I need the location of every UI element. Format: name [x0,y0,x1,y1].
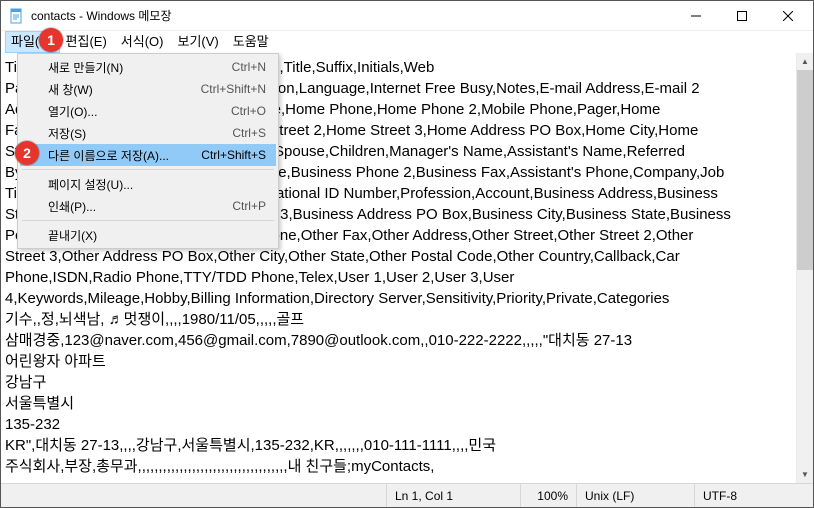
scroll-track[interactable] [797,70,813,466]
menu-separator [22,169,274,170]
menu-edit[interactable]: 편집(E) [60,31,115,53]
menu-item-label: 다른 이름으로 저장(A)... [48,147,201,164]
menu-item-label: 인쇄(P)... [48,198,232,215]
menu-item-shortcut: Ctrl+N [232,60,266,74]
close-button[interactable] [765,1,811,31]
titlebar: contacts - Windows 메모장 [1,1,813,31]
notepad-icon [9,8,25,24]
menu-item-label: 끝내기(X) [48,227,266,244]
annotation-marker-2: 2 [15,141,39,165]
menu-separator [22,220,274,221]
menu-item-print[interactable]: 인쇄(P)... Ctrl+P [20,195,276,217]
status-position: Ln 1, Col 1 [386,484,520,507]
scroll-down-icon[interactable]: ▼ [797,466,813,483]
window-title: contacts - Windows 메모장 [31,7,172,24]
menu-item-new-window[interactable]: 새 창(W) Ctrl+Shift+N [20,78,276,100]
menu-item-shortcut: Ctrl+Shift+N [201,82,266,96]
menu-item-shortcut: Ctrl+O [231,104,266,118]
minimize-button[interactable] [673,1,719,31]
menu-format[interactable]: 서식(O) [115,31,172,53]
status-zoom: 100% [520,484,576,507]
statusbar: Ln 1, Col 1 100% Unix (LF) UTF-8 [1,483,813,507]
menu-view[interactable]: 보기(V) [171,31,226,53]
scroll-up-icon[interactable]: ▲ [797,53,813,70]
menu-item-shortcut: Ctrl+Shift+S [201,148,266,162]
menu-item-label: 새 창(W) [48,81,201,98]
menu-item-save-as[interactable]: 다른 이름으로 저장(A)... Ctrl+Shift+S [20,144,276,166]
menu-item-page-setup[interactable]: 페이지 설정(U)... [20,173,276,195]
maximize-button[interactable] [719,1,765,31]
menu-item-shortcut: Ctrl+P [232,199,266,213]
vertical-scrollbar[interactable]: ▲ ▼ [796,53,813,483]
scroll-thumb[interactable] [797,70,813,270]
menu-item-label: 페이지 설정(U)... [48,176,266,193]
status-line-ending: Unix (LF) [576,484,694,507]
menu-item-shortcut: Ctrl+S [232,126,266,140]
menu-item-open[interactable]: 열기(O)... Ctrl+O [20,100,276,122]
menu-item-label: 저장(S) [48,125,232,142]
status-encoding: UTF-8 [694,484,813,507]
menu-help[interactable]: 도움말 [227,31,277,53]
menu-item-label: 열기(O)... [48,103,231,120]
menu-item-exit[interactable]: 끝내기(X) [20,224,276,246]
file-menu-dropdown: 새로 만들기(N) Ctrl+N 새 창(W) Ctrl+Shift+N 열기(… [17,53,279,249]
menubar: 파일(F) 편집(E) 서식(O) 보기(V) 도움말 [1,31,813,53]
menu-item-new[interactable]: 새로 만들기(N) Ctrl+N [20,56,276,78]
annotation-marker-1: 1 [39,28,63,52]
menu-item-save[interactable]: 저장(S) Ctrl+S [20,122,276,144]
menu-item-label: 새로 만들기(N) [48,59,232,76]
